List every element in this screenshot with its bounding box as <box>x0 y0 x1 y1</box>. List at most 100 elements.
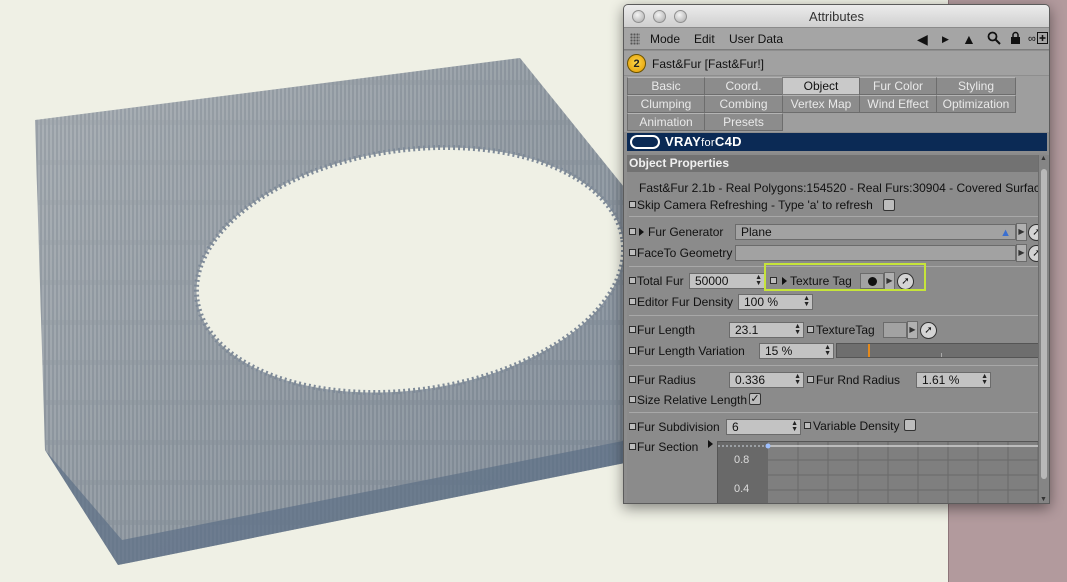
skip-camera-anim-checkbox[interactable] <box>629 201 636 208</box>
spinner-icon[interactable]: ▲ ▼ <box>824 344 831 357</box>
spinner-icon[interactable]: ▲ ▼ <box>794 323 801 336</box>
total-fur-input[interactable]: 50000 ▲ ▼ <box>689 273 765 289</box>
total-fur-value: 50000 <box>695 274 729 288</box>
size-relative-checkbox[interactable]: ✓ <box>749 393 761 405</box>
expand-triangle-icon[interactable] <box>708 440 713 448</box>
rnd-radius-label: Fur Rnd Radius <box>816 373 901 387</box>
fur-radius-label: Fur Radius <box>637 373 696 387</box>
fur-section-spline-graph[interactable]: 0.8 0.4 <box>717 441 1049 503</box>
tab-object[interactable]: Object <box>782 77 860 95</box>
lock-icon[interactable] <box>1010 31 1021 48</box>
rnd-radius-input[interactable]: 1.61 % ▲ ▼ <box>916 372 991 388</box>
texturetag-link[interactable] <box>883 322 907 338</box>
fur-generator-link[interactable]: Plane ▲ <box>735 224 1016 240</box>
graph-grid <box>718 442 1049 503</box>
faceto-menu-arrow[interactable]: ▶ <box>1016 244 1027 262</box>
spinner-icon[interactable]: ▲ ▼ <box>791 420 798 433</box>
fur-length-value: 23.1 <box>735 323 759 337</box>
scroll-up-icon[interactable]: ▲ <box>1040 155 1047 162</box>
spinner-icon[interactable]: ▲ ▼ <box>981 373 988 386</box>
subdivision-label: Fur Subdivision <box>637 420 720 434</box>
tab-clumping[interactable]: Clumping <box>627 95 705 113</box>
rnd-radius-anim-checkbox[interactable] <box>807 376 814 383</box>
subdivision-input[interactable]: 6 ▲ ▼ <box>726 419 801 435</box>
title-bar[interactable]: Attributes <box>624 5 1049 28</box>
link-icon[interactable]: ∞ <box>1028 31 1036 47</box>
skip-camera-label: Skip Camera Refreshing - Type 'a' to ref… <box>637 198 873 212</box>
editor-density-input[interactable]: 100 % ▲ ▼ <box>738 294 813 310</box>
tab-fur-color[interactable]: Fur Color <box>859 77 937 95</box>
fur-generator-menu-arrow[interactable]: ▶ <box>1016 223 1027 241</box>
faceto-label: FaceTo Geometry <box>637 246 733 260</box>
total-fur-anim-checkbox[interactable] <box>629 277 636 284</box>
subdivision-value: 6 <box>732 420 739 434</box>
vray-banner-text: VRAYforC4D <box>665 134 742 149</box>
scroll-down-icon[interactable]: ▼ <box>1040 496 1047 503</box>
back-arrow-icon[interactable]: ◀ <box>917 31 928 47</box>
info-line: Fast&Fur 2.1b - Real Polygons:154520 - R… <box>639 181 1050 195</box>
length-variation-anim-checkbox[interactable] <box>629 347 636 354</box>
up-arrow-icon[interactable]: ▲ <box>962 31 976 47</box>
faceto-link[interactable] <box>735 245 1016 261</box>
tab-coord[interactable]: Coord. <box>704 77 783 95</box>
fur-generator-value: Plane <box>741 225 772 239</box>
menu-edit[interactable]: Edit <box>694 32 715 46</box>
panel-scrollbar[interactable]: ▲ ▼ <box>1038 155 1049 503</box>
new-panel-icon[interactable] <box>1037 31 1048 47</box>
length-variation-label: Fur Length Variation <box>637 344 745 358</box>
tab-bar: Basic Coord. Object Fur Color Styling Cl… <box>624 76 1049 132</box>
variable-density-checkbox[interactable] <box>904 419 916 431</box>
tab-styling[interactable]: Styling <box>936 77 1016 95</box>
fur-section-anim-checkbox[interactable] <box>629 443 636 450</box>
spinner-icon[interactable]: ▲ ▼ <box>755 274 762 287</box>
subdivision-anim-checkbox[interactable] <box>629 423 636 430</box>
menu-mode[interactable]: Mode <box>650 32 680 46</box>
faceto-anim-checkbox[interactable] <box>629 249 636 256</box>
texturetag-label: TextureTag <box>816 323 875 337</box>
object-header: 2 Fast&Fur [Fast&Fur!] <box>624 51 1049 75</box>
fur-radius-anim-checkbox[interactable] <box>629 376 636 383</box>
tab-presets[interactable]: Presets <box>704 113 783 131</box>
fur-generator-anim-checkbox[interactable] <box>629 228 636 235</box>
tab-vertex-map[interactable]: Vertex Map <box>782 95 860 113</box>
tab-optimization[interactable]: Optimization <box>936 95 1016 113</box>
menu-user-data[interactable]: User Data <box>729 32 783 46</box>
section-title: Object Properties <box>627 155 1047 172</box>
variable-density-anim-checkbox[interactable] <box>804 422 811 429</box>
length-variation-slider[interactable] <box>836 343 1045 358</box>
tab-animation[interactable]: Animation <box>627 113 705 131</box>
fur-radius-value: 0.336 <box>735 373 766 387</box>
search-icon[interactable] <box>987 31 1001 48</box>
vray-brand: VRAY <box>665 134 702 149</box>
forward-arrow-icon[interactable]: ▶ <box>942 31 949 47</box>
tab-combing[interactable]: Combing <box>704 95 783 113</box>
vray-banner: VRAYforC4D <box>627 133 1047 151</box>
length-variation-input[interactable]: 15 % ▲ ▼ <box>759 343 834 359</box>
editor-density-value: 100 % <box>744 295 779 309</box>
plane-object-icon: ▲ <box>1000 227 1011 239</box>
slider-thumb[interactable] <box>868 344 870 357</box>
rnd-radius-value: 1.61 % <box>922 373 960 387</box>
texturetag-pick-icon[interactable]: ➚ <box>920 322 937 339</box>
grip-icon[interactable] <box>630 33 640 45</box>
editor-density-anim-checkbox[interactable] <box>629 298 636 305</box>
fastfur-object-icon: 2 <box>627 54 646 73</box>
menu-bar: Mode Edit User Data ◀ ▶ ▲ ∞ <box>624 28 1049 50</box>
size-relative-anim-checkbox[interactable] <box>629 396 636 403</box>
fur-length-label: Fur Length <box>637 323 696 337</box>
tab-basic[interactable]: Basic <box>627 77 705 95</box>
object-properties-panel: Object Properties Fast&Fur 2.1b - Real P… <box>627 153 1050 503</box>
scrollbar-thumb[interactable] <box>1041 169 1047 479</box>
texturetag-anim-checkbox[interactable] <box>807 326 814 333</box>
spinner-icon[interactable]: ▲ ▼ <box>803 295 810 308</box>
expand-triangle-icon[interactable] <box>639 228 644 236</box>
spinner-icon[interactable]: ▲ ▼ <box>794 373 801 386</box>
tab-wind-effect[interactable]: Wind Effect <box>859 95 937 113</box>
texturetag-menu-arrow[interactable]: ▶ <box>907 321 918 339</box>
object-name: Fast&Fur [Fast&Fur!] <box>652 57 765 71</box>
fur-radius-input[interactable]: 0.336 ▲ ▼ <box>729 372 804 388</box>
fur-length-anim-checkbox[interactable] <box>629 326 636 333</box>
fur-length-input[interactable]: 23.1 ▲ ▼ <box>729 322 804 338</box>
skip-camera-checkbox[interactable] <box>883 199 895 211</box>
divider <box>629 365 1045 366</box>
